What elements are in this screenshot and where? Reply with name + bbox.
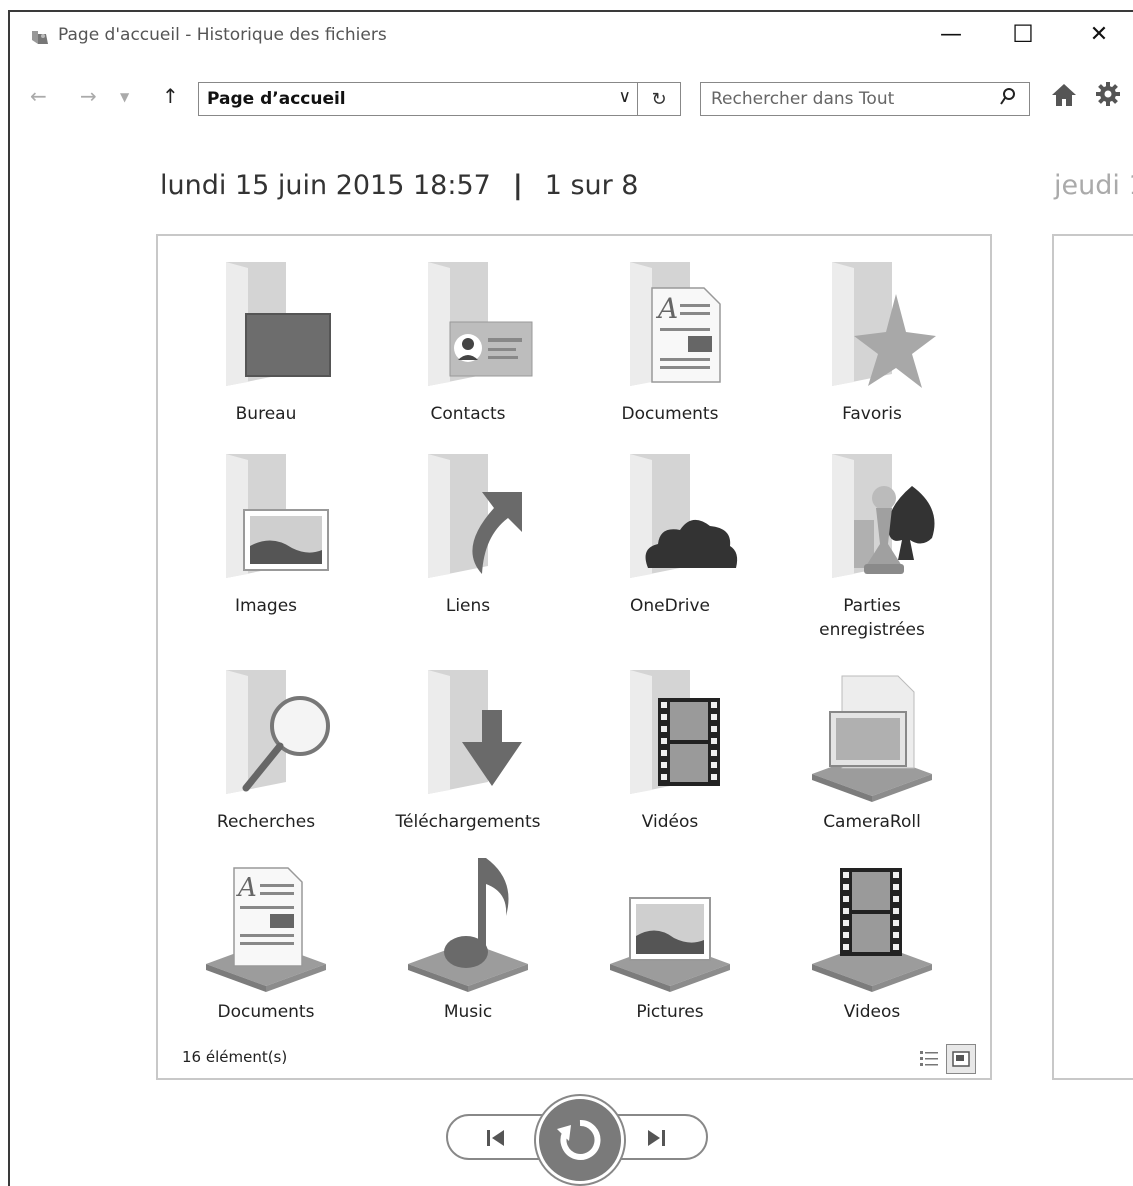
- window-title: Page d'accueil - Historique des fichiers: [58, 25, 387, 45]
- search-placeholder: Rechercher dans Tout: [711, 89, 895, 109]
- next-snapshot-panel[interactable]: [1052, 234, 1133, 1080]
- item-label: Documents: [217, 1002, 315, 1022]
- videos-folder-icon: [630, 670, 720, 794]
- library-item[interactable]: Pictures: [570, 854, 770, 1024]
- folder-item[interactable]: Recherches: [166, 664, 366, 834]
- file-history-app-icon: [32, 31, 48, 44]
- saved-games-folder-icon: [832, 454, 935, 578]
- snapshot-position: 1 sur 8: [544, 170, 639, 201]
- snapshot-heading: lundi 15 juin 2015 18:57 | 1 sur 8: [160, 170, 639, 201]
- item-label: Parties enregistrées: [819, 596, 925, 640]
- folder-item[interactable]: Parties enregistrées: [772, 448, 972, 642]
- item-label: Videos: [843, 1002, 901, 1022]
- search-icon: [1000, 88, 1015, 105]
- home-icon[interactable]: [1050, 82, 1078, 108]
- item-label: Recherches: [216, 812, 316, 832]
- favorites-folder-icon: [832, 262, 936, 388]
- recent-dropdown-icon[interactable]: ▼: [120, 90, 129, 104]
- folder-item[interactable]: Liens: [368, 448, 568, 618]
- onedrive-folder-icon: [630, 454, 738, 578]
- downloads-folder-icon: [428, 670, 522, 794]
- library-item[interactable]: Videos: [772, 854, 972, 1024]
- address-text: Page d’accueil: [207, 89, 346, 109]
- gear-icon[interactable]: [1094, 80, 1122, 108]
- videos-library-icon: [812, 868, 932, 992]
- item-label: Vidéos: [641, 812, 699, 832]
- snapshot-date: lundi 15 juin 2015 18:57: [160, 170, 491, 201]
- folder-item[interactable]: Favoris: [772, 256, 972, 426]
- heading-separator: |: [512, 170, 523, 201]
- item-label: Téléchargements: [395, 812, 541, 832]
- forward-arrow-icon[interactable]: →: [80, 84, 97, 108]
- pictures-folder-icon: [226, 454, 329, 578]
- file-history-window: Page d'accueil - Historique des fichiers…: [8, 10, 1133, 1186]
- folder-item[interactable]: Contacts: [368, 256, 568, 426]
- item-label: Pictures: [636, 1002, 704, 1022]
- chevron-down-icon[interactable]: ∨: [619, 87, 631, 107]
- folder-item[interactable]: Téléchargements: [368, 664, 568, 834]
- item-label: OneDrive: [630, 596, 710, 616]
- links-folder-icon: [428, 454, 522, 578]
- item-label: Liens: [445, 596, 491, 616]
- svg-text:A: A: [236, 873, 257, 903]
- item-label: Images: [234, 596, 298, 616]
- title-bar: Page d'accueil - Historique des fichiers…: [10, 12, 1133, 60]
- item-count: 16 élément(s): [182, 1048, 288, 1066]
- library-item[interactable]: Music: [368, 854, 568, 1024]
- snapshot-panel: Bureau Contacts A Documents Favoris Imag…: [156, 234, 992, 1080]
- folder-item[interactable]: Bureau: [166, 256, 366, 426]
- contacts-folder-icon: [428, 262, 533, 386]
- item-label: CameraRoll: [823, 812, 921, 832]
- refresh-button[interactable]: ↻: [637, 82, 681, 116]
- next-snapshot-date[interactable]: jeudi 1: [1054, 170, 1133, 201]
- folder-item[interactable]: OneDrive: [570, 448, 770, 618]
- searches-folder-icon: [226, 670, 330, 794]
- maximize-button[interactable]: ☐: [1000, 16, 1046, 52]
- item-label: Bureau: [235, 404, 297, 424]
- item-label: Music: [443, 1002, 493, 1022]
- documents-folder-icon: A: [630, 262, 721, 386]
- restore-icon: [557, 1119, 601, 1160]
- item-label: Contacts: [430, 404, 506, 424]
- close-button[interactable]: ✕: [1076, 16, 1122, 52]
- restore-button[interactable]: [536, 1096, 624, 1184]
- desktop-folder-icon: [226, 262, 331, 386]
- refresh-icon: ↻: [651, 88, 667, 110]
- next-icon: [648, 1130, 665, 1146]
- folder-item[interactable]: Images: [166, 448, 366, 618]
- library-item[interactable]: CameraRoll: [772, 664, 972, 834]
- back-arrow-icon[interactable]: ←: [30, 84, 47, 108]
- item-label: Documents: [621, 404, 719, 424]
- details-view-icon[interactable]: [918, 1048, 940, 1070]
- camera-roll-library-icon: [812, 675, 932, 802]
- music-library-icon: [408, 858, 528, 992]
- item-label: Favoris: [842, 404, 902, 424]
- previous-icon: [487, 1130, 504, 1146]
- large-icons-view-icon: [952, 1051, 970, 1067]
- large-icons-view-button[interactable]: [946, 1044, 976, 1074]
- svg-text:A: A: [655, 292, 678, 325]
- folder-item[interactable]: Vidéos: [570, 664, 770, 834]
- folder-item[interactable]: A Documents: [570, 256, 770, 426]
- minimize-button[interactable]: —: [928, 16, 974, 52]
- up-arrow-icon[interactable]: ↑: [162, 84, 179, 108]
- playback-controls: [446, 1096, 708, 1184]
- documents-library-icon: A: [206, 867, 326, 992]
- search-input[interactable]: Rechercher dans Tout: [700, 82, 1030, 116]
- navigation-bar: ← → ▼ ↑ Page d’accueil ∨ ↻ Rechercher da…: [10, 78, 1133, 118]
- pictures-library-icon: [610, 897, 730, 992]
- library-item[interactable]: A Documents: [166, 854, 366, 1024]
- address-bar[interactable]: Page d’accueil ∨: [198, 82, 638, 116]
